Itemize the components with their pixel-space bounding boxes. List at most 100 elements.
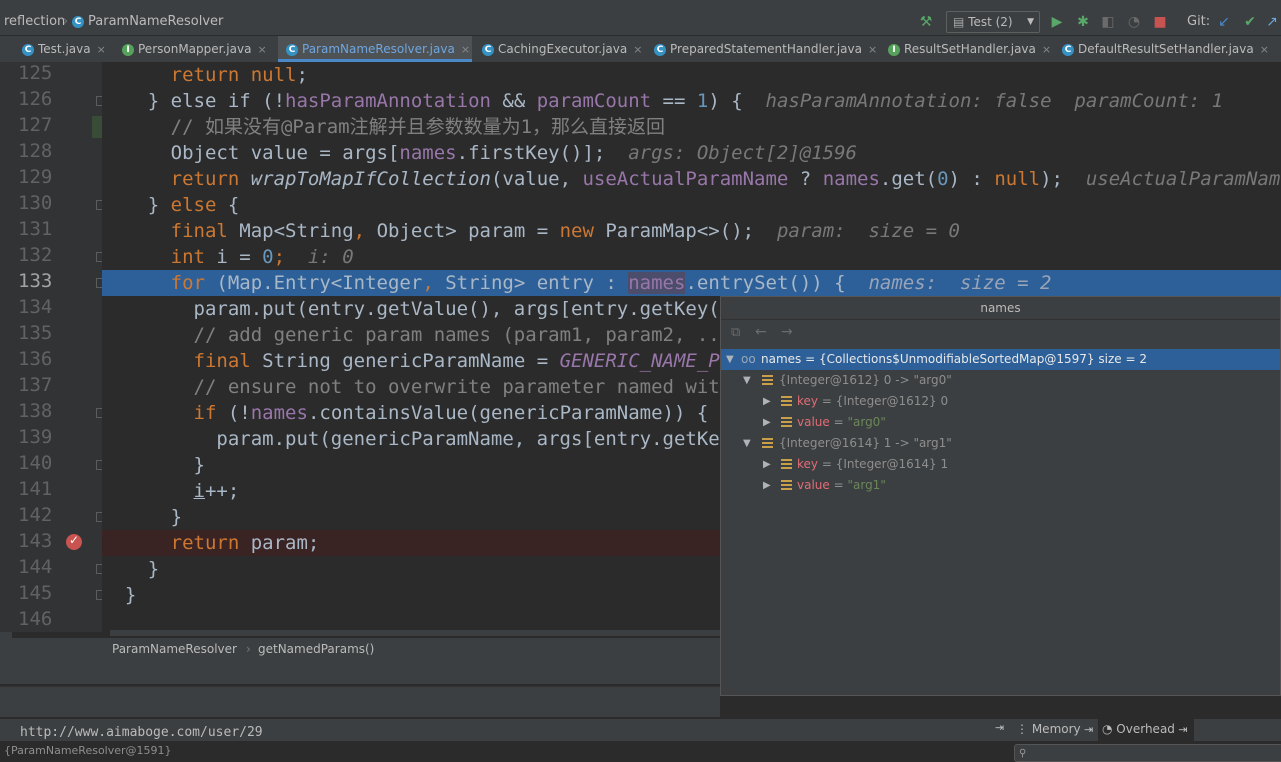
expanded-arrow-icon[interactable]: ▼ [743,370,751,391]
pin-icon: ⇥ [1080,723,1094,736]
code-line-132[interactable]: int i = 0; i: 0 [102,244,1281,270]
coverage-icon[interactable]: ◧ [1098,12,1118,32]
profile-icon[interactable]: ◔ [1124,12,1144,32]
collapsed-arrow-icon[interactable]: ▶ [763,412,771,433]
field-equals: = [829,478,848,492]
line-number: 127 [18,114,53,136]
variable-tree[interactable]: ▼ oo names = {Collections$UnmodifiableSo… [721,349,1280,694]
close-icon[interactable]: × [633,43,642,56]
chevron-right-icon: › [63,14,69,29]
code-token: useActualParamName [582,168,789,190]
debug-panel-header [0,660,720,684]
tab-preparedstatementhandler-java[interactable]: C PreparedStatementHandler.java × [646,36,878,62]
tree-node-root[interactable]: ▼ oo names = {Collections$UnmodifiableSo… [721,349,1280,370]
code-comment: // ensure not to overwrite parameter nam… [193,376,812,398]
code-token: Object> param = [376,220,560,242]
line-number: 130 [18,192,53,214]
breadcrumb-paramnameresolver[interactable]: C ParamNameResolver [72,14,223,29]
hammer-build-icon[interactable]: ⚒ [916,12,936,32]
line-number: 142 [18,504,53,526]
class-icon: C [1062,43,1074,56]
field-name: key [797,394,819,408]
code-line-131[interactable]: final Map<String, Object> param = new Pa… [102,218,1281,244]
close-icon[interactable]: × [1042,43,1051,56]
code-token: String> entry : [445,272,629,294]
frame-label: {ParamNameResolver@1591} [4,744,172,757]
code-line-129[interactable]: return wrapToMapIfCollection(value, useA… [102,166,1281,192]
close-icon[interactable]: × [1260,43,1269,56]
stop-icon[interactable]: ■ [1150,12,1170,32]
tree-node-entry-0-value[interactable]: ▶ value = "arg0" [721,412,1280,433]
tab-defaultresultsethandler-java[interactable]: C DefaultResultSetHandler.java × [1054,36,1281,62]
back-arrow-icon[interactable]: ← [755,324,767,340]
code-token: i = [216,246,263,268]
keyword: int [170,246,217,268]
tree-node-entry-0[interactable]: ▼ {Integer@1612} 0 -> "arg0" [721,370,1280,391]
keyword: final [193,350,263,372]
code-line-130[interactable]: } else { [102,192,1281,218]
git-update-icon[interactable]: ↙ [1214,12,1234,32]
keyword: return [170,532,251,554]
close-icon[interactable]: × [461,43,470,56]
run-icon[interactable]: ▶ [1047,12,1067,32]
tab-cachingexecutor-java[interactable]: C CachingExecutor.java × [474,36,644,62]
code-line-127[interactable]: // 如果没有@Param注解并且参数数量为1，那么直接返回 [102,114,1281,140]
code-line-133-execution-point[interactable]: for (Map.Entry<Integer, String> entry : … [102,270,1281,296]
line-number-gutter: 125 126 127 128 129 130 131 132 133 134 … [0,62,106,632]
keyword: for [170,272,217,294]
memory-label: Memory [1031,722,1081,736]
variable-inspector-popup[interactable]: names ⧉ ← → ▼ oo names = {Collections$Un… [720,296,1281,696]
close-icon[interactable]: × [257,43,266,56]
line-number: 134 [18,296,53,318]
code-token: i [193,480,205,502]
tree-node-entry-1-value[interactable]: ▶ value = "arg1" [721,475,1280,496]
debug-icon[interactable]: ✱ [1073,12,1093,32]
collapsed-arrow-icon[interactable]: ▶ [763,391,771,412]
git-push-icon[interactable]: ↗ [1264,12,1280,32]
breadcrumb-class[interactable]: ParamNameResolver [112,642,237,656]
memory-tab[interactable]: ⋮ Memory ⇥ [1016,722,1093,736]
field-icon [781,459,792,470]
search-input[interactable]: ⚲ [1014,744,1281,762]
code-token: (Map.Entry<Integer [216,272,423,294]
run-configuration-select[interactable]: ▤ Test (2) ▼ [946,11,1040,33]
forward-arrow-icon[interactable]: → [781,324,793,340]
code-line-125[interactable]: return null; [102,62,1281,88]
line-number: 141 [18,478,53,500]
line-number: 132 [18,244,53,266]
code-token: , [353,220,377,242]
code-token: (! [227,402,251,424]
expanded-arrow-icon[interactable]: ▼ [743,433,751,454]
git-commit-icon[interactable]: ✔ [1240,12,1260,32]
breadcrumb-method[interactable]: getNamedParams() [258,642,374,656]
close-icon[interactable]: × [868,43,877,56]
pin-icon[interactable]: ⇥ [995,721,1004,734]
collapsed-arrow-icon[interactable]: ▶ [763,454,771,475]
horizontal-scrollbar[interactable] [110,630,720,636]
tab-personmapper-java[interactable]: I PersonMapper.java × [112,36,276,62]
editor-breadcrumb: ParamNameResolver › getNamedParams() [12,638,720,660]
class-icon: C [654,43,666,56]
tree-node-entry-1-key[interactable]: ▶ key = {Integer@1614} 1 [721,454,1280,475]
tree-node-entry-0-key[interactable]: ▶ key = {Integer@1612} 0 [721,391,1280,412]
line-number: 128 [18,140,53,162]
breadcrumb-reflection[interactable]: reflection [4,14,65,29]
tab-paramnameresolver-java[interactable]: C ParamNameResolver.java × [278,36,472,62]
overhead-tab[interactable]: ◔ Overhead ⇥ [1098,719,1194,742]
tab-test-java[interactable]: C Test.java × [12,36,110,62]
code-token: names [250,402,308,424]
expanded-arrow-icon[interactable]: ▼ [726,349,734,370]
breakpoint-icon[interactable]: ✓ [66,533,82,550]
tab-resultsethandler-java[interactable]: I ResultSetHandler.java × [880,36,1052,62]
code-line-128[interactable]: Object value = args[names.firstKey()]; a… [102,140,1281,166]
copy-icon[interactable]: ⧉ [731,325,740,340]
keyword: return [170,168,251,190]
tree-node-entry-1[interactable]: ▼ {Integer@1614} 1 -> "arg1" [721,433,1280,454]
collapsed-arrow-icon[interactable]: ▶ [763,475,771,496]
code-token: param.put(entry.getValue(), args[entry.g… [193,298,766,320]
line-number-current: 133 [18,270,53,292]
close-icon[interactable]: × [97,43,106,56]
vcs-change-marker[interactable] [92,116,102,138]
code-line-126[interactable]: } else if (!hasParamAnnotation && paramC… [102,88,1281,114]
inline-debug-value: names: size = 2 [845,272,1052,294]
